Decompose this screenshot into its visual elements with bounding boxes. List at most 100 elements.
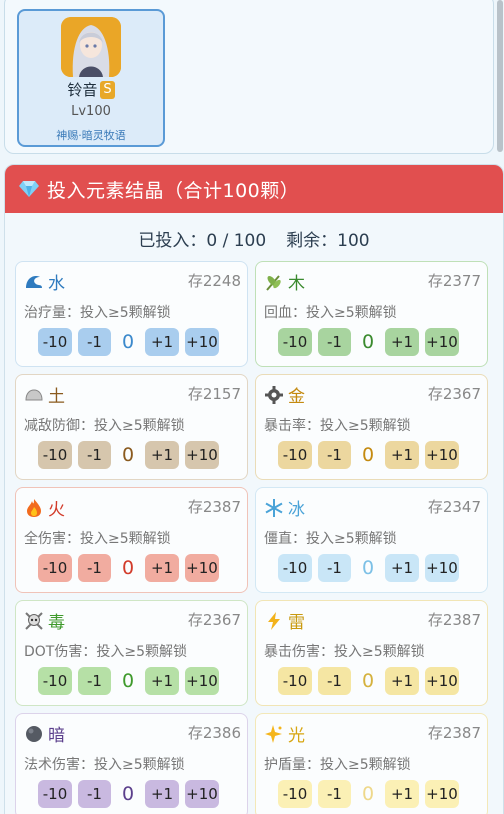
scrollbar[interactable] xyxy=(497,0,503,152)
minus-10-button[interactable]: -10 xyxy=(278,667,312,695)
character-card-selected[interactable]: 铃音 S Lv100 神赐·暗灵牧语 xyxy=(17,9,165,147)
snowflake-icon xyxy=(264,498,284,518)
plus-10-button[interactable]: +10 xyxy=(185,554,219,582)
minus-1-button[interactable]: -1 xyxy=(78,780,111,808)
diamond-icon xyxy=(19,181,39,197)
element-card-poison: 毒存2367 DOT伤害：投入≥5颗解锁 -10 -1 0 +1 +10 xyxy=(15,600,248,706)
element-card-earth: 土存2157 减敌防御：投入≥5颗解锁 -10 -1 0 +1 +10 xyxy=(15,374,248,480)
invest-header: 投入元素结晶（合计100颗） xyxy=(5,165,503,213)
element-name: 水 xyxy=(48,274,65,294)
element-name: 火 xyxy=(48,500,65,520)
plus-10-button[interactable]: +10 xyxy=(185,328,219,356)
element-card-metal: 金存2367 暴击率：投入≥5颗解锁 -10 -1 0 +1 +10 xyxy=(255,374,488,480)
element-card-fire: 火存2387 全伤害：投入≥5颗解锁 -10 -1 0 +1 +10 xyxy=(15,487,248,593)
minus-10-button[interactable]: -10 xyxy=(278,441,312,469)
avatar xyxy=(61,17,121,77)
rank-badge: S xyxy=(100,80,115,99)
element-effect: DOT伤害：投入≥5颗解锁 xyxy=(24,644,187,660)
plus-1-button[interactable]: +1 xyxy=(385,780,419,808)
rock-icon xyxy=(24,385,44,405)
element-name: 光 xyxy=(288,726,305,746)
plus-10-button[interactable]: +10 xyxy=(425,780,459,808)
skull-icon xyxy=(24,611,44,631)
invested-count: 已投入：0 / 100 xyxy=(138,230,267,251)
element-value: 0 xyxy=(121,783,135,805)
element-value: 0 xyxy=(121,444,135,466)
minus-1-button[interactable]: -1 xyxy=(78,667,111,695)
element-stock: 存2248 xyxy=(187,272,241,290)
minus-10-button[interactable]: -10 xyxy=(38,667,72,695)
plus-1-button[interactable]: +1 xyxy=(385,667,419,695)
remaining-count: 剩余：100 xyxy=(286,230,370,251)
element-card-light: 光存2387 护盾量：投入≥5颗解锁 -10 -1 0 +1 +10 xyxy=(255,713,488,814)
element-card-water: 水存2248 治疗量：投入≥5颗解锁 -10 -1 0 +1 +10 xyxy=(15,261,248,367)
element-effect: 全伤害：投入≥5颗解锁 xyxy=(24,531,171,547)
element-effect: 暴击伤害：投入≥5颗解锁 xyxy=(264,644,425,660)
invest-title: 投入元素结晶（合计100颗） xyxy=(47,179,300,202)
invest-summary: 已投入：0 / 100 剩余：100 xyxy=(5,213,503,263)
plus-10-button[interactable]: +10 xyxy=(425,328,459,356)
minus-1-button[interactable]: -1 xyxy=(78,441,111,469)
minus-10-button[interactable]: -10 xyxy=(38,554,72,582)
crystal-invest-panel: 投入元素结晶（合计100颗） 已投入：0 / 100 剩余：100 水 存2248… xyxy=(4,164,504,814)
element-effect: 护盾量：投入≥5颗解锁 xyxy=(264,757,411,773)
minus-1-button[interactable]: -1 xyxy=(318,554,351,582)
plus-1-button[interactable]: +1 xyxy=(385,441,419,469)
plus-1-button[interactable]: +1 xyxy=(145,328,179,356)
plus-10-button[interactable]: +10 xyxy=(185,780,219,808)
plus-1-button[interactable]: +1 xyxy=(385,328,419,356)
element-card-ice: 冰存2347 僵直：投入≥5颗解锁 -10 -1 0 +1 +10 xyxy=(255,487,488,593)
element-stepper: -10 -1 0 +1 +10 xyxy=(38,780,219,808)
element-stepper: -10 -1 0 +1 +10 xyxy=(38,554,219,582)
minus-10-button[interactable]: -10 xyxy=(38,441,72,469)
minus-10-button[interactable]: -10 xyxy=(38,328,72,356)
element-stock: 存2377 xyxy=(427,272,481,290)
plus-10-button[interactable]: +10 xyxy=(425,554,459,582)
minus-10-button[interactable]: -10 xyxy=(278,328,312,356)
minus-1-button[interactable]: -1 xyxy=(318,328,351,356)
minus-1-button[interactable]: -1 xyxy=(318,667,351,695)
element-stock: 存2387 xyxy=(427,611,481,629)
minus-1-button[interactable]: -1 xyxy=(78,554,111,582)
dark-orb-icon xyxy=(24,724,44,744)
element-stock: 存2157 xyxy=(187,385,241,403)
plus-10-button[interactable]: +10 xyxy=(185,667,219,695)
element-stepper: -10 -1 0 +1 +10 xyxy=(38,328,219,356)
plus-1-button[interactable]: +1 xyxy=(145,554,179,582)
wave-icon xyxy=(24,272,44,292)
plus-10-button[interactable]: +10 xyxy=(425,667,459,695)
element-stepper: -10 -1 0 +1 +10 xyxy=(278,554,459,582)
flame-icon xyxy=(24,498,44,518)
plus-10-button[interactable]: +10 xyxy=(185,441,219,469)
plus-1-button[interactable]: +1 xyxy=(145,780,179,808)
element-stock: 存2367 xyxy=(427,385,481,403)
element-effect: 暴击率：投入≥5颗解锁 xyxy=(264,418,411,434)
element-name: 土 xyxy=(48,387,65,407)
character-title: 神赐·暗灵牧语 xyxy=(56,129,126,142)
element-name: 金 xyxy=(288,387,305,407)
element-name: 暗 xyxy=(48,726,65,746)
element-effect: 法术伤害：投入≥5颗解锁 xyxy=(24,757,185,773)
leaf-icon xyxy=(264,272,284,292)
plus-1-button[interactable]: +1 xyxy=(145,441,179,469)
minus-1-button[interactable]: -1 xyxy=(318,441,351,469)
plus-1-button[interactable]: +1 xyxy=(385,554,419,582)
plus-10-button[interactable]: +10 xyxy=(425,441,459,469)
minus-1-button[interactable]: -1 xyxy=(78,328,111,356)
lightning-icon xyxy=(264,611,284,631)
element-stock: 存2387 xyxy=(187,498,241,516)
element-value: 0 xyxy=(361,557,375,579)
minus-10-button[interactable]: -10 xyxy=(278,554,312,582)
character-name: 铃音 xyxy=(67,81,98,99)
element-value: 0 xyxy=(361,444,375,466)
minus-1-button[interactable]: -1 xyxy=(318,780,351,808)
minus-10-button[interactable]: -10 xyxy=(38,780,72,808)
element-name: 雷 xyxy=(288,613,305,633)
element-card-wood: 木存2377 回血：投入≥5颗解锁 -10 -1 0 +1 +10 xyxy=(255,261,488,367)
minus-10-button[interactable]: -10 xyxy=(278,780,312,808)
element-effect: 僵直：投入≥5颗解锁 xyxy=(264,531,397,547)
element-stepper: -10 -1 0 +1 +10 xyxy=(278,328,459,356)
plus-1-button[interactable]: +1 xyxy=(145,667,179,695)
element-stock: 存2386 xyxy=(187,724,241,742)
element-stepper: -10 -1 0 +1 +10 xyxy=(38,441,219,469)
